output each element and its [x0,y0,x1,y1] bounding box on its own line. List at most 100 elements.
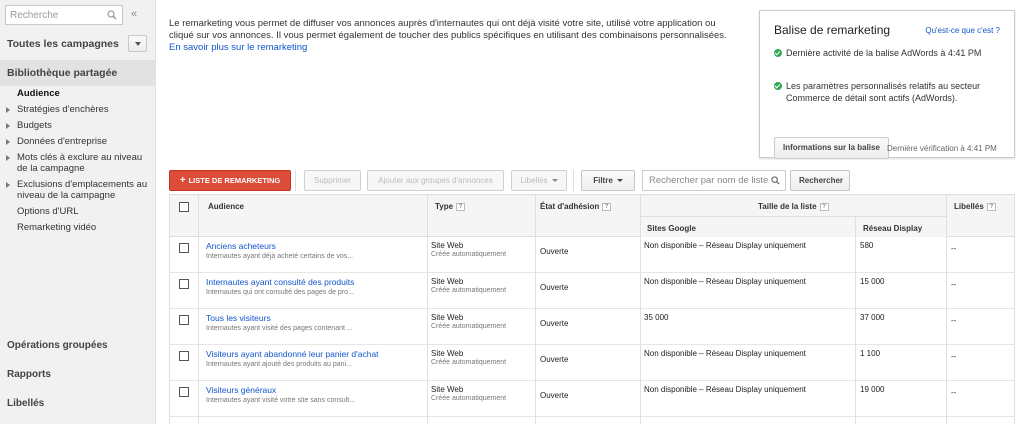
library-items: Audience Stratégies d'enchères Budgets Donn… [0,88,155,238]
sidebar-item-label: Audience [17,88,60,99]
filter-button[interactable]: Filtre [581,170,635,191]
audience-description: Internautes ayant ajouté des produits au… [206,361,352,368]
sidebar-item-7[interactable]: Remarketing vidéo [0,222,155,233]
row-checkbox[interactable] [179,387,189,397]
select-all-checkbox[interactable] [179,202,189,212]
column-divider [946,195,947,424]
row-checkbox[interactable] [179,243,189,253]
audience-name-link[interactable]: Anciens acheteurs [206,241,276,251]
add-to-ad-groups-button[interactable]: Ajouter aux groupes d'annonces [367,170,504,191]
audience-name-link[interactable]: Tous les visiteurs [206,313,271,323]
display-network-size: 19 000 [860,385,885,394]
column-header-type[interactable]: Type? [435,202,466,211]
labels-dropdown-button[interactable]: Libellés [511,170,567,191]
type-subtext: Créée automatiquement [431,359,507,366]
membership-status: Ouverte [540,355,569,364]
row-checkbox[interactable] [179,351,189,361]
toolbar-divider [573,170,574,191]
audience-name-link[interactable]: Internautes ayant consulté des produits [206,277,354,287]
column-divider [855,216,856,424]
sidebar-item-label: Remarketing vidéo [17,222,97,233]
audience-description: Internautes qui ont consulté des pages d… [206,289,354,296]
row-checkbox[interactable] [179,315,189,325]
sidebar-item-6[interactable]: Options d'URL [0,206,155,217]
expand-arrow-icon[interactable] [6,139,10,145]
column-divider [535,195,536,424]
remarketing-tag-panel: Balise de remarketing Qu'est-ce que c'es… [759,10,1015,159]
tag-status-activity-text: Dernière activité de la balise AdWords à… [786,48,982,58]
table-row: Tous les visiteurs Internautes ayant visi… [170,309,1014,345]
search-icon[interactable] [107,10,117,20]
help-icon[interactable]: ? [819,202,829,211]
column-header-labels-label: Libellés [954,202,984,211]
intro-text: Le remarketing vous permet de diffuser v… [169,18,739,54]
chevron-down-icon [616,179,623,183]
sidebar-item-3[interactable]: Données d'entreprise [0,136,155,147]
membership-status: Ouverte [540,283,569,292]
nav-labels[interactable]: Libellés [0,398,155,409]
column-divider [427,195,428,424]
tag-status-activity: Dernière activité de la balise AdWords à… [774,47,1004,59]
sites-google-size: Non disponible – Réseau Display uniqueme… [644,277,806,286]
search-icon [771,176,780,185]
column-header-labels[interactable]: Libellés? [954,202,996,211]
panel-title: Balise de remarketing [774,23,891,37]
expand-arrow-icon[interactable] [6,155,10,161]
tag-info-button[interactable]: Informations sur la balise [774,137,889,159]
table-header: Audience Type? État d'adhésion? Taille d… [170,195,1014,237]
help-icon[interactable]: ? [602,202,612,211]
search-button[interactable]: Rechercher [790,170,850,191]
nav-bulk-operations[interactable]: Opérations groupées [0,340,155,351]
type-value: Site Web [431,313,464,322]
help-icon[interactable]: ? [986,202,996,211]
campaigns-dropdown-button[interactable] [128,35,147,52]
column-header-etat-label: État d'adhésion [540,202,600,211]
sidebar-item-label: Exclusions d'emplacements au niveau de l… [17,179,148,201]
membership-status: Ouverte [540,319,569,328]
sidebar-item-1[interactable]: Stratégies d'enchères [0,104,155,115]
expand-arrow-icon[interactable] [6,182,10,188]
labels-dropdown-label: Libellés [520,176,548,185]
sidebar-item-5[interactable]: Exclusions d'emplacements au niveau de l… [0,179,155,201]
column-header-list-size: Taille de la liste? [758,202,829,211]
column-header-list-size-label: Taille de la liste [758,202,817,211]
sidebar-item-label: Données d'entreprise [17,136,108,147]
collapse-sidebar-icon[interactable]: « [131,8,137,20]
audience-name-link[interactable]: Visiteurs généraux [206,385,276,395]
sidebar-item-0[interactable]: Audience [0,88,155,99]
column-header-audience[interactable]: Audience [208,202,244,211]
learn-more-link[interactable]: En savoir plus sur le remarketing [169,42,307,53]
panel-help-link[interactable]: Qu'est-ce que c'est ? [925,26,1000,35]
audience-table: Audience Type? État d'adhésion? Taille d… [169,194,1015,424]
column-header-sites-google[interactable]: Sites Google [647,224,696,233]
sidebar-item-4[interactable]: Mots clés à exclure au niveau de la camp… [0,152,155,174]
check-circle-icon [774,82,782,90]
last-check-text: Dernière vérification à 4:41 PM [887,144,997,153]
expand-arrow-icon[interactable] [6,107,10,113]
help-icon[interactable]: ? [456,202,466,211]
nav-reports[interactable]: Rapports [0,369,155,380]
sidebar-item-2[interactable]: Budgets [0,120,155,131]
delete-button[interactable]: Supprimer [304,170,361,191]
display-network-size: 1 100 [860,349,881,358]
list-search-input[interactable] [643,171,771,190]
audience-name-link[interactable]: Visiteurs ayant abandonné leur panier d'… [206,349,379,359]
nav-shared-library[interactable]: Bibliothèque partagée [0,60,155,86]
labels-value: -- [951,244,957,253]
row-checkbox[interactable] [179,279,189,289]
membership-status: Ouverte [540,247,569,256]
expand-arrow-icon[interactable] [6,123,10,129]
table-row: Anciens acheteurs Internautes ayant déjà … [170,237,1014,273]
sidebar-item-label: Budgets [17,120,52,131]
add-remarketing-list-button[interactable]: + LISTE DE REMARKETING [169,170,291,191]
filter-label: Filtre [593,176,613,185]
sidebar-item-label: Mots clés à exclure au niveau de la camp… [17,152,143,174]
labels-value: -- [951,388,957,397]
column-header-display-network[interactable]: Réseau Display [863,224,922,233]
column-header-etat[interactable]: État d'adhésion? [540,202,612,211]
column-header-type-label: Type [435,202,454,211]
sites-google-size: Non disponible – Réseau Display uniqueme… [644,349,806,358]
sidebar-search-input[interactable] [6,6,106,24]
type-subtext: Créée automatiquement [431,251,507,258]
audience-description: Internautes ayant visité des pages conte… [206,325,353,332]
